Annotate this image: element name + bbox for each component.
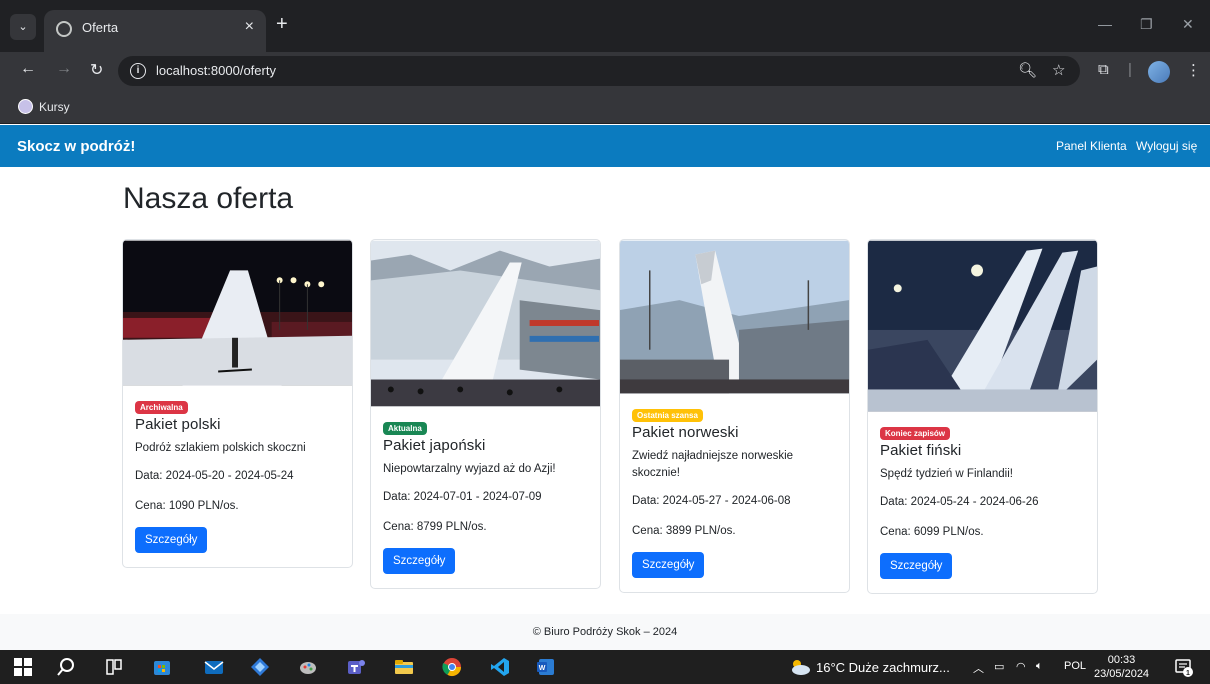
offer-price: Cena: 3899 PLN/os. — [632, 525, 736, 537]
minimize-icon[interactable]: — — [1098, 16, 1112, 32]
status-badge: Archiwalna — [135, 401, 188, 414]
browser-toolbar: ← → ↻ i localhost:8000/oferty 🔍︎ ☆ ⧉ | ⋮ — [0, 52, 1210, 90]
toolbar-divider: | — [1128, 61, 1132, 78]
store-icon[interactable] — [152, 657, 172, 677]
offer-title: Pakiet japoński — [383, 437, 486, 454]
offer-title: Pakiet polski — [135, 416, 221, 433]
paint-icon[interactable] — [298, 657, 318, 677]
windows-start-icon[interactable] — [14, 658, 32, 676]
extensions-icon[interactable]: ⧉ — [1098, 61, 1109, 78]
menu-icon[interactable]: ⋮ — [1186, 61, 1201, 79]
bookmark-favicon-icon — [18, 99, 33, 114]
offer-price: Cena: 6099 PLN/os. — [880, 526, 984, 538]
status-badge: Ostatnia szansa — [632, 409, 703, 422]
profile-avatar[interactable] — [1148, 61, 1170, 83]
notification-count: 1 — [1186, 670, 1190, 677]
offer-description: Zwiedź najładniejsze norweskie skocznie! — [632, 450, 794, 479]
clock[interactable]: 00:33 23/05/2024 — [1094, 653, 1149, 681]
offer-price: Cena: 1090 PLN/os. — [135, 500, 239, 512]
bookmarks-bar: Kursy — [0, 90, 1210, 124]
offer-card: Ostatnia szansa Pakiet norweski Zwiedź n… — [619, 239, 850, 593]
site-brand[interactable]: Skocz w podróż! — [17, 138, 135, 155]
offer-dates: Data: 2024-05-20 - 2024-05-24 — [135, 470, 294, 482]
globe-icon — [56, 21, 72, 37]
forward-icon[interactable]: → — [56, 60, 72, 78]
zoom-icon[interactable]: 🔍︎ — [1018, 61, 1037, 79]
details-button[interactable]: Szczegóły — [880, 553, 953, 579]
word-icon[interactable]: W — [536, 657, 556, 677]
offer-image-finnish-ski-jump — [868, 240, 1097, 412]
offer-description: Niepowtarzalny wyjazd aż do Azji! — [383, 463, 556, 475]
offer-title: Pakiet norweski — [632, 424, 739, 441]
offer-image-norwegian-ski-jump — [620, 240, 849, 394]
task-view-icon[interactable] — [104, 657, 124, 677]
page-title: Nasza oferta — [123, 182, 294, 215]
windows-taskbar: W 16°C Duże zachmurz... ︿ ▭ ◠ 🔈︎ POL 00:… — [0, 650, 1210, 684]
battery-icon[interactable]: ▭ — [994, 660, 1004, 673]
details-button[interactable]: Szczegóły — [632, 552, 705, 578]
details-button[interactable]: Szczegóły — [383, 548, 456, 574]
clock-date: 23/05/2024 — [1094, 668, 1150, 680]
tab-title: Oferta — [82, 20, 119, 35]
new-tab-button[interactable]: + — [276, 14, 288, 34]
window-close-icon[interactable]: ✕ — [1182, 16, 1194, 33]
chevron-up-icon[interactable]: ︿ — [973, 660, 984, 676]
notification-icon[interactable]: 1 — [1174, 658, 1194, 678]
browser-tab-bar: ⌄ Oferta × + — ❐ ✕ — [0, 0, 1210, 52]
back-icon[interactable]: ← — [20, 60, 36, 78]
tab-search-button[interactable]: ⌄ — [10, 14, 36, 40]
nav-link-logout[interactable]: Wyloguj się — [1136, 139, 1197, 153]
offer-description: Spędź tydzień w Finlandii! — [880, 468, 1013, 480]
svg-text:W: W — [539, 665, 546, 672]
search-icon[interactable] — [56, 657, 76, 677]
wifi-icon[interactable]: ◠ — [1016, 660, 1026, 673]
reload-icon[interactable]: ↻ — [90, 60, 103, 80]
offer-title: Pakiet fiński — [880, 442, 962, 459]
offer-image-polish-ski-jump — [123, 240, 352, 386]
address-bar[interactable]: i localhost:8000/oferty 🔍︎ ☆ — [118, 56, 1080, 86]
site-navbar: Skocz w podróż! Panel Klienta Wyloguj si… — [0, 125, 1210, 167]
url-text[interactable]: localhost:8000/oferty — [156, 63, 276, 78]
offer-card: Aktualna Pakiet japoński Niepowtarzalny … — [370, 239, 601, 589]
status-badge: Koniec zapisów — [880, 427, 951, 440]
weather-cloud-icon[interactable] — [788, 657, 812, 677]
language-indicator[interactable]: POL — [1064, 660, 1086, 672]
offer-price: Cena: 8799 PLN/os. — [383, 521, 487, 533]
details-button[interactable]: Szczegóły — [135, 527, 208, 553]
clock-time: 00:33 — [1107, 654, 1136, 666]
close-icon[interactable]: × — [245, 18, 254, 36]
page-footer: © Biuro Podróży Skok – 2024 — [0, 614, 1210, 650]
offer-card: Archiwalna Pakiet polski Podróż szlakiem… — [122, 239, 353, 568]
bookmark-kursy[interactable]: Kursy — [39, 100, 70, 114]
restore-icon[interactable]: ❐ — [1140, 16, 1153, 33]
copilot-icon[interactable] — [250, 657, 270, 677]
offer-dates: Data: 2024-07-01 - 2024-07-09 — [383, 491, 542, 503]
offer-description: Podróż szlakiem polskich skoczni — [135, 442, 306, 454]
nav-link-panel-klienta[interactable]: Panel Klienta — [1056, 139, 1127, 153]
vscode-icon[interactable] — [490, 657, 510, 677]
volume-icon[interactable]: 🔈︎ — [1036, 660, 1043, 673]
bookmark-star-icon[interactable]: ☆ — [1052, 61, 1065, 79]
offer-card: Koniec zapisów Pakiet fiński Spędź tydzi… — [867, 239, 1098, 594]
teams-icon[interactable] — [346, 657, 366, 677]
offer-dates: Data: 2024-05-24 - 2024-06-26 — [880, 496, 1039, 508]
offer-image-japanese-ski-jump — [371, 240, 600, 407]
browser-tab[interactable]: Oferta × — [44, 10, 266, 52]
chrome-icon[interactable] — [442, 657, 462, 677]
file-explorer-icon[interactable] — [394, 657, 414, 677]
mail-icon[interactable] — [204, 657, 224, 677]
offer-dates: Data: 2024-05-27 - 2024-06-08 — [632, 495, 791, 507]
weather-text[interactable]: 16°C Duże zachmurz... — [816, 660, 950, 675]
site-info-icon[interactable]: i — [130, 63, 146, 79]
status-badge: Aktualna — [383, 422, 427, 435]
